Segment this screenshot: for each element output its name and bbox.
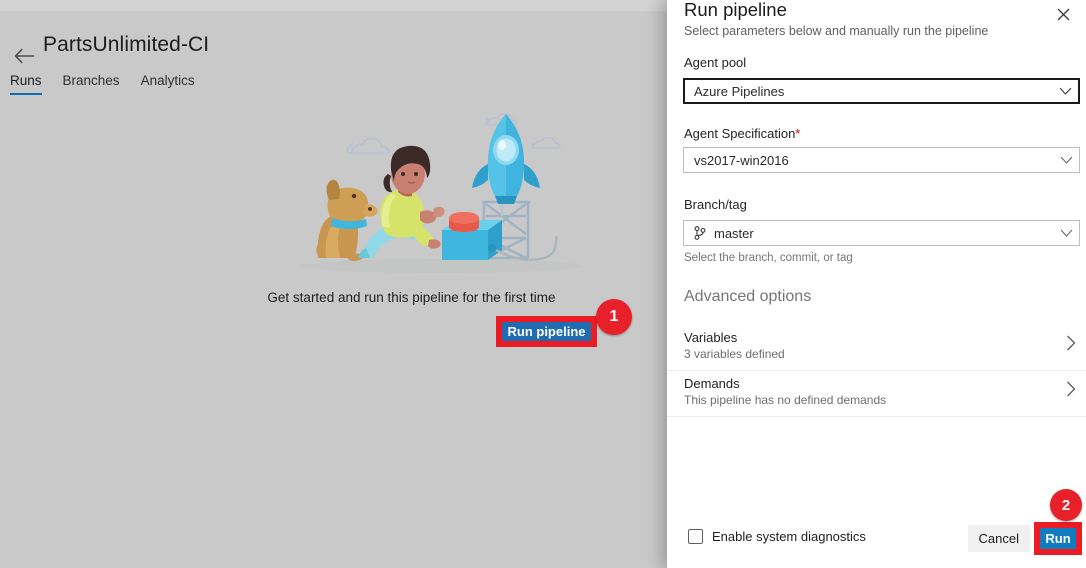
branch-hint: Select the branch, commit, or tag xyxy=(684,252,853,264)
agent-pool-label: Agent pool xyxy=(684,55,747,70)
enable-system-diagnostics-checkbox[interactable]: Enable system diagnostics xyxy=(688,529,866,544)
pipeline-tabs: Runs Branches Analytics xyxy=(10,73,195,95)
demands-subtitle: This pipeline has no defined demands xyxy=(684,393,887,407)
person-dog-rocket-launch-illustration xyxy=(296,108,586,293)
callout-badge-1: 1 xyxy=(596,299,632,335)
enable-system-diagnostics-label: Enable system diagnostics xyxy=(712,529,866,544)
tab-branches[interactable]: Branches xyxy=(63,73,120,95)
chevron-down-icon xyxy=(1052,87,1078,95)
advanced-row-demands[interactable]: Demands This pipeline has no defined dem… xyxy=(667,371,1086,417)
empty-state-message-text: Get started and run this pipeline for th… xyxy=(267,290,556,305)
run-pipeline-button[interactable]: Run pipeline xyxy=(502,322,591,341)
chevron-down-icon xyxy=(1053,156,1079,164)
variables-title: Variables xyxy=(684,330,738,345)
run-pipeline-highlight: Run pipeline xyxy=(496,316,597,347)
chevron-right-icon xyxy=(1066,335,1076,356)
panel-title: Run pipeline xyxy=(684,0,787,20)
screenshot-root: PartsUnlimited-CI Runs Branches Analytic… xyxy=(0,0,1086,568)
empty-state-message: Get started and run this pipeline for th… xyxy=(0,290,667,305)
agent-pool-value: Azure Pipelines xyxy=(694,83,785,99)
page-title: PartsUnlimited-CI xyxy=(43,33,210,56)
checkbox-box xyxy=(688,529,703,544)
app-header: PartsUnlimited-CI Runs Branches Analytic… xyxy=(0,11,680,101)
advanced-options-heading: Advanced options xyxy=(684,288,812,305)
agent-spec-value: vs2017-win2016 xyxy=(694,152,789,168)
chevron-right-icon xyxy=(1066,381,1076,402)
branch-label: Branch/tag xyxy=(684,197,747,212)
required-marker: * xyxy=(795,126,801,141)
branch-value: master xyxy=(714,225,754,241)
branch-dropdown[interactable]: master xyxy=(683,220,1080,246)
panel-footer: Enable system diagnostics Cancel Run xyxy=(667,512,1086,568)
tab-runs[interactable]: Runs xyxy=(10,73,42,95)
advanced-row-variables[interactable]: Variables 3 variables defined xyxy=(667,325,1086,371)
agent-pool-dropdown[interactable]: Azure Pipelines xyxy=(683,78,1080,104)
cancel-button[interactable]: Cancel xyxy=(967,525,1030,552)
back-arrow-icon[interactable] xyxy=(10,42,38,70)
panel-subtitle: Select parameters below and manually run… xyxy=(684,24,989,38)
variables-subtitle: 3 variables defined xyxy=(684,347,785,361)
agent-spec-label-text: Agent Specification xyxy=(684,126,796,141)
chevron-down-icon xyxy=(1053,229,1079,237)
run-pipeline-panel: Run pipeline Select parameters below and… xyxy=(667,0,1086,568)
git-branch-icon xyxy=(684,226,708,240)
agent-spec-dropdown[interactable]: vs2017-win2016 xyxy=(683,147,1080,173)
demands-title: Demands xyxy=(684,376,740,391)
run-button-highlight: Run xyxy=(1034,522,1082,555)
run-button[interactable]: Run xyxy=(1040,528,1076,549)
close-icon[interactable] xyxy=(1051,2,1075,26)
tab-analytics[interactable]: Analytics xyxy=(141,73,195,95)
callout-badge-2: 2 xyxy=(1050,489,1082,521)
agent-spec-label: Agent Specification* xyxy=(684,126,800,141)
